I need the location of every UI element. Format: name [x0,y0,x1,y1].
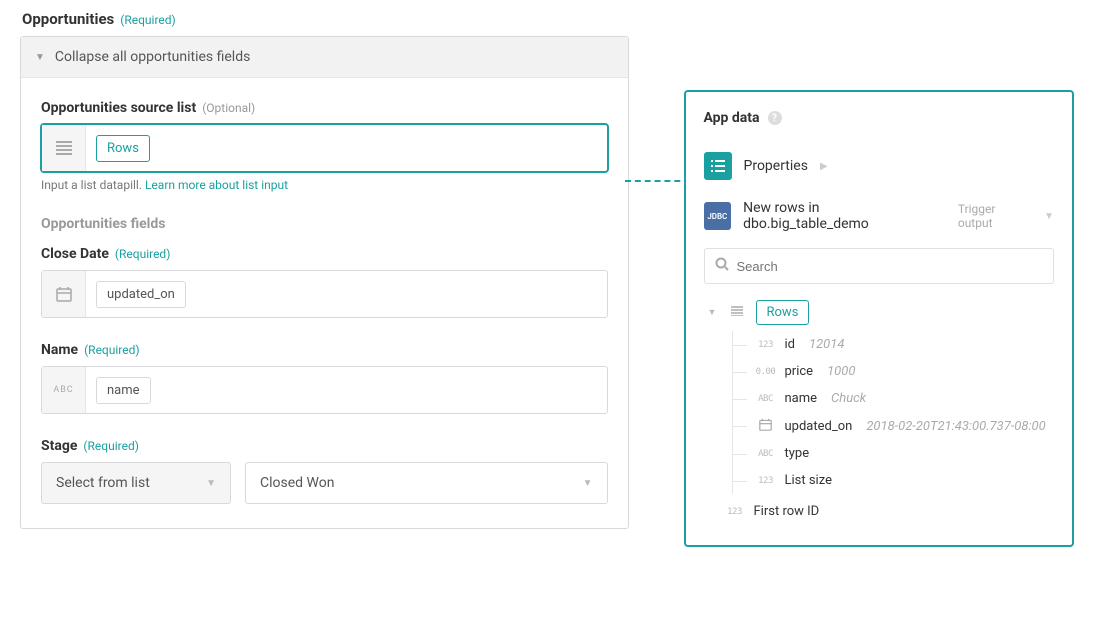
stage-label: Stage [41,438,77,454]
close-date-input[interactable]: updated_on [41,270,608,318]
tree-item-name: price [785,364,814,379]
opportunities-panel: Opportunities (Required) ▼ Collapse all … [20,10,629,547]
source-list-label: Opportunities source list [41,100,196,116]
tree-item[interactable]: 123 List size [733,467,1055,494]
tree-item-name: name [785,391,818,406]
properties-icon [704,152,732,180]
name-field: Name (Required) ABC name [41,342,608,414]
name-pill[interactable]: name [96,377,151,404]
tree-item-first-row-id[interactable]: 123 First row ID [708,498,1055,525]
tree-item-value: 12014 [809,337,844,352]
source-list-field: Opportunities source list (Optional) Row… [41,100,608,192]
close-date-field: Close Date (Required) updated_on [41,246,608,318]
tree-item[interactable]: 0.00 price 1000 [733,358,1055,385]
chevron-down-icon: ▼ [708,307,718,318]
tree-item-value: 2018-02-20T21:43:00.737-08:00 [866,419,1045,434]
name-label: Name [41,342,78,358]
search-icon [715,257,729,275]
source-list-help: Input a list datapill. Learn more about … [41,178,608,192]
chevron-down-icon: ▼ [1044,211,1054,222]
rows-pill[interactable]: Rows [96,135,150,162]
help-icon[interactable]: ? [768,111,782,125]
tree-item-name: updated_on [785,419,853,434]
collapse-label: Collapse all opportunities fields [55,49,250,65]
tree-item-name: List size [785,473,832,488]
source-list-input[interactable]: Rows [41,124,608,172]
type-icon: ABC [755,394,777,404]
name-input[interactable]: ABC name [41,366,608,414]
tree-item-name: type [785,446,810,461]
type-icon: ABC [755,449,777,459]
required-tag: (Required) [83,439,138,453]
jdbc-icon: JDBC [704,202,732,230]
calendar-icon [42,271,86,317]
required-tag: (Required) [120,13,175,27]
required-tag: (Required) [84,343,139,357]
app-data-header: App data ? [704,110,1055,126]
app-data-panel: App data ? Properties ▶ JDBC New rows in… [684,90,1075,547]
stage-field: Stage (Required) Select from list ▼ Clos… [41,438,608,504]
list-icon [726,306,748,319]
fields-subheader: Opportunities fields [41,216,608,232]
section-header: Opportunities (Required) [20,10,629,28]
search-input[interactable] [737,259,1044,274]
tree-item[interactable]: ABC name Chuck [733,385,1055,412]
chevron-right-icon: ▶ [820,161,828,172]
chevron-down-icon: ▼ [583,478,593,489]
type-icon: 123 [755,476,777,486]
number-type-icon: 123 [724,507,746,517]
type-icon: 0.00 [755,367,777,377]
learn-more-link[interactable]: Learn more about list input [145,178,288,192]
trigger-row[interactable]: JDBC New rows in dbo.big_table_demo Trig… [704,190,1055,242]
tree-item-value: 1000 [827,364,855,379]
tree-item[interactable]: 123 id 12014 [733,331,1055,358]
tree-item-value: Chuck [831,391,866,406]
chevron-down-icon: ▼ [35,52,45,63]
data-tree: ▼ Rows 123 id 12014 0.00 price 1000 ABC name Chu… [704,294,1055,525]
text-icon: ABC [42,367,86,413]
close-date-label: Close Date [41,246,109,262]
collapse-toggle[interactable]: ▼ Collapse all opportunities fields [21,37,628,78]
tree-item[interactable]: updated_on 2018-02-20T21:43:00.737-08:00 [733,412,1055,440]
tree-root-rows[interactable]: ▼ Rows [708,294,1055,331]
required-tag: (Required) [115,247,170,261]
properties-row[interactable]: Properties ▶ [704,142,1055,190]
section-title: Opportunities [22,10,114,28]
tree-item-name: id [785,337,796,352]
list-icon [42,125,86,171]
tree-item[interactable]: ABC type [733,440,1055,467]
chevron-down-icon: ▼ [206,478,216,489]
optional-tag: (Optional) [202,101,255,115]
calendar-icon [755,418,777,434]
opportunities-box: ▼ Collapse all opportunities fields Oppo… [20,36,629,529]
type-icon: 123 [755,340,777,350]
stage-mode-select[interactable]: Select from list ▼ [41,462,231,504]
stage-value-select[interactable]: Closed Won ▼ [245,462,608,504]
updated-on-pill[interactable]: updated_on [96,281,186,308]
search-box[interactable] [704,248,1055,284]
